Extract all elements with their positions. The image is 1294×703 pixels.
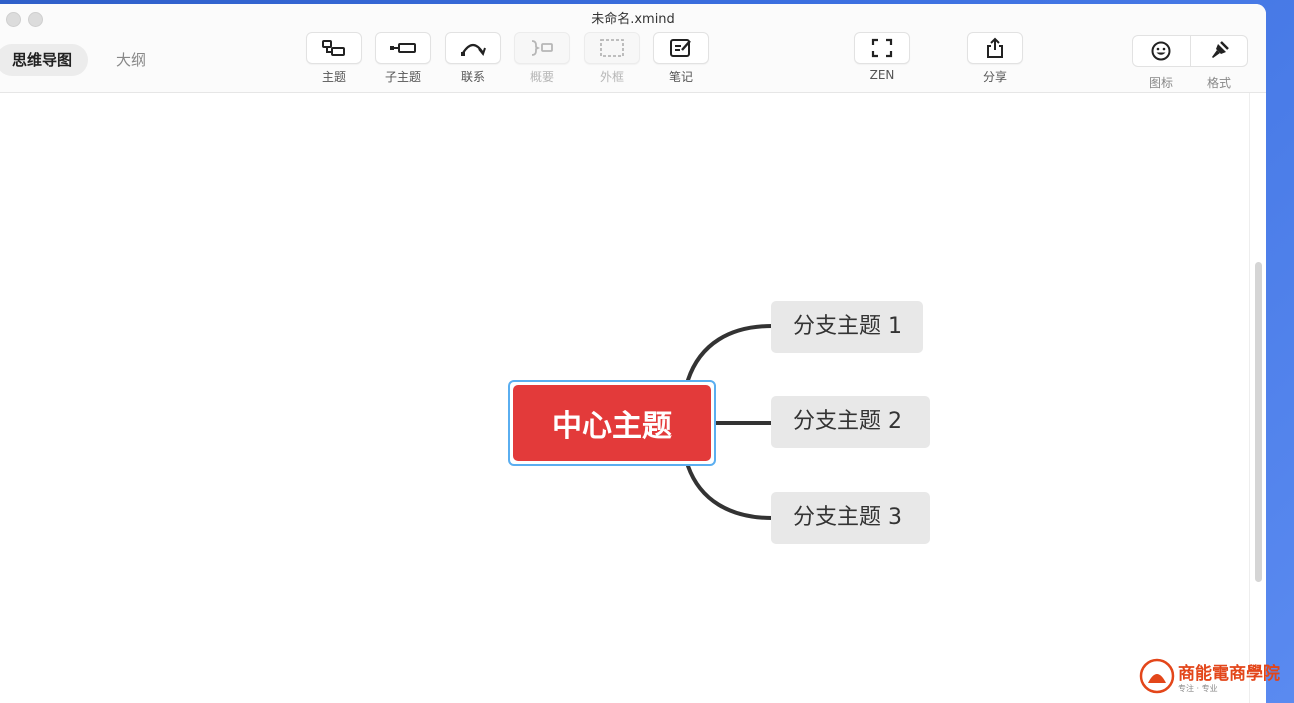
watermark-text: 商能電商學院	[1178, 664, 1280, 684]
watermark-logo: 商能電商學院 专注 · 专业	[1138, 655, 1288, 699]
branch-connectors	[686, 324, 774, 520]
scrollbar-thumb[interactable]	[1255, 262, 1262, 582]
logo-emblem-icon	[1139, 658, 1175, 694]
branch-topic-3[interactable]: 分支主题 3	[771, 492, 930, 544]
branch-topic-2[interactable]: 分支主题 2	[771, 396, 930, 448]
connector-branch-3	[686, 464, 774, 520]
central-topic[interactable]: 中心主题	[508, 380, 716, 466]
watermark-subtext: 专注 · 专业	[1178, 684, 1218, 693]
connector-branch-1	[686, 324, 774, 382]
app-window: 未命名.xmind 思维导图 大纲 主题 子主题 联系 概要 外框 笔记 ZEN…	[0, 4, 1266, 703]
branch-topic-1[interactable]: 分支主题 1	[771, 301, 923, 353]
central-topic-label: 中心主题	[513, 385, 711, 461]
